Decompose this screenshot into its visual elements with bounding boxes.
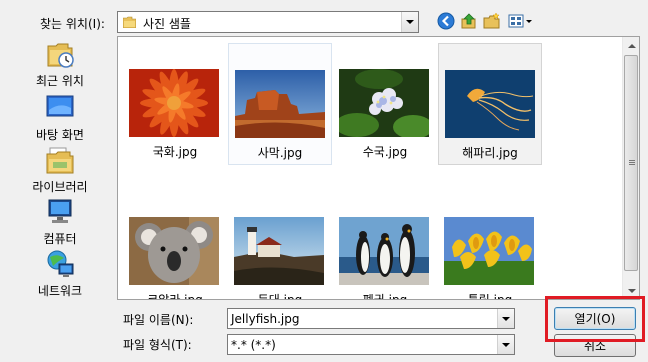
file-item[interactable]: 펭귄.jpg [333, 191, 437, 300]
file-list-scrollbar[interactable] [622, 37, 639, 299]
place-libraries[interactable]: 라이브러리 [8, 144, 112, 195]
hydrangeas-thumbnail [339, 69, 429, 137]
place-desktop[interactable]: 바탕 화면 [8, 92, 112, 143]
scroll-down-button[interactable] [623, 282, 639, 299]
grip-line [629, 160, 635, 161]
open-button[interactable]: 열기(O) [554, 307, 636, 330]
file-name-dropdown-button[interactable] [497, 309, 514, 328]
penguins-thumbnail [339, 217, 429, 285]
file-item[interactable]: 코알라.jpg [123, 191, 227, 300]
places-bar: 최근 위치 바탕 화면 라이브러리 컴퓨터 네트워크 [8, 36, 112, 300]
file-name-value: Jellyfish.jpg [231, 312, 300, 326]
computer-icon [44, 196, 76, 228]
place-label: 바탕 화면 [36, 128, 84, 142]
file-list-view[interactable]: 국화.jpg 사막.jpg 수국.jpg 해파리.jpg 코알라.jpg 등대.… [117, 36, 640, 300]
desktop-icon [44, 92, 76, 124]
grip-line [629, 164, 635, 165]
file-name: 등대.jpg [257, 293, 303, 300]
arrow-up-icon [627, 43, 636, 48]
look-in-value: 사진 샘플 [143, 17, 191, 31]
desert-thumbnail [235, 70, 325, 138]
scroll-up-button[interactable] [623, 37, 639, 54]
look-in-combobox[interactable]: 사진 샘플 [117, 11, 419, 33]
file-type-combobox[interactable]: *.* (*.*) [227, 334, 515, 355]
back-icon[interactable] [436, 11, 456, 31]
file-name: 코알라.jpg [147, 293, 203, 300]
new-folder-icon[interactable] [482, 11, 502, 31]
scrollbar-thumb[interactable] [624, 55, 638, 271]
file-name: 수국.jpg [362, 145, 408, 159]
arrow-down-icon [627, 288, 636, 293]
file-item[interactable]: 사막.jpg [228, 43, 332, 165]
place-label: 최근 위치 [36, 74, 84, 88]
view-menu-icon[interactable] [508, 11, 534, 31]
lighthouse-thumbnail [234, 217, 324, 285]
file-name-label: 파일 이름(N): [123, 313, 194, 327]
chevron-down-icon [406, 20, 414, 24]
chevron-down-icon [502, 316, 510, 321]
file-type-dropdown-button[interactable] [497, 335, 514, 354]
file-type-value: *.* (*.*) [231, 338, 276, 352]
recent-places-icon [44, 38, 76, 70]
look-in-dropdown-button[interactable] [401, 12, 418, 32]
place-computer[interactable]: 컴퓨터 [8, 196, 112, 247]
file-name: 튤립.jpg [467, 293, 513, 300]
chrysanthemum-thumbnail [129, 69, 219, 137]
place-label: 컴퓨터 [43, 232, 77, 246]
place-label: 네트워크 [37, 284, 83, 298]
file-item[interactable]: 수국.jpg [333, 43, 437, 165]
grip-line [629, 162, 635, 163]
file-type-label: 파일 형식(T): [123, 338, 192, 352]
look-in-label: 찾는 위치(I): [40, 17, 105, 31]
koala-thumbnail [129, 217, 219, 285]
jellyfish-thumbnail [445, 70, 535, 138]
file-item[interactable]: 튤립.jpg [438, 191, 542, 300]
file-name: 펭귄.jpg [362, 293, 408, 300]
file-name: 사막.jpg [257, 146, 303, 160]
chevron-down-icon [502, 342, 510, 347]
up-folder-icon[interactable] [459, 11, 479, 31]
folder-icon [123, 16, 136, 28]
file-name: 국화.jpg [152, 145, 198, 159]
place-recent[interactable]: 최근 위치 [8, 38, 112, 89]
place-network[interactable]: 네트워크 [8, 248, 112, 299]
file-name-combobox[interactable]: Jellyfish.jpg [227, 308, 515, 329]
place-label: 라이브러리 [32, 180, 88, 194]
file-item[interactable]: 국화.jpg [123, 43, 227, 165]
cancel-button[interactable]: 취소 [554, 334, 636, 357]
file-name: 해파리.jpg [462, 146, 518, 160]
file-item[interactable]: 등대.jpg [228, 191, 332, 300]
network-icon [44, 248, 76, 280]
libraries-icon [44, 144, 76, 176]
tulips-thumbnail [444, 217, 534, 285]
file-item[interactable]: 해파리.jpg [438, 43, 542, 165]
